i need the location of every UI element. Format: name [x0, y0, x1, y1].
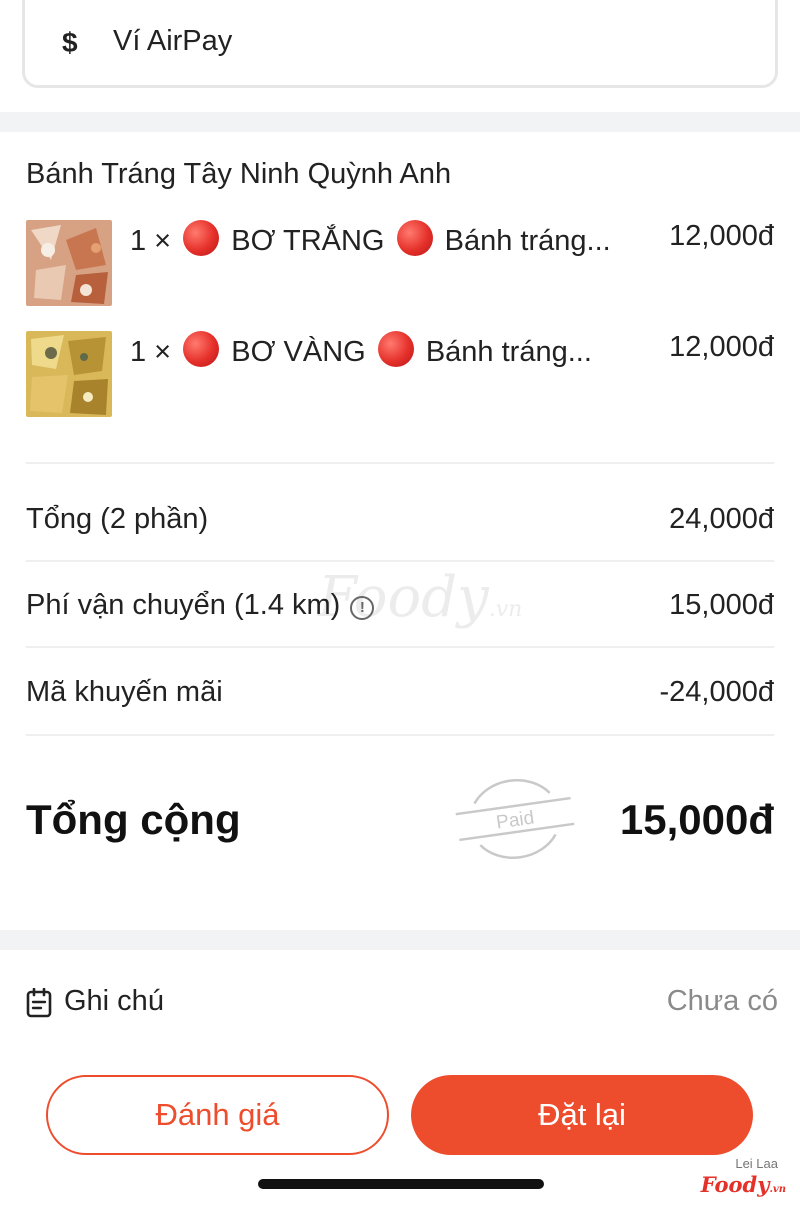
item-name: Bánh tráng... — [425, 336, 592, 368]
foody-logo: Foody.vn — [700, 1172, 786, 1197]
subtotal-label: Tổng (2 phần) — [26, 503, 209, 535]
promo-value: -24,000đ — [659, 676, 775, 708]
reorder-button[interactable]: Đặt lại — [411, 1075, 753, 1155]
dollar-icon: $ — [62, 27, 78, 58]
info-icon[interactable]: ! — [350, 596, 375, 620]
red-circle-icon — [183, 331, 220, 367]
item-quantity: 1 × — [130, 336, 172, 368]
divider-line — [26, 734, 774, 736]
payment-method-card[interactable]: $ Ví AirPay — [22, 0, 778, 88]
divider-line — [26, 560, 774, 562]
divider-line — [26, 462, 774, 464]
item-name: Bánh tráng... — [444, 225, 611, 257]
item-thumbnail — [26, 331, 112, 417]
note-value[interactable]: Chưa có — [667, 985, 778, 1018]
red-circle-icon — [183, 220, 220, 256]
red-circle-icon — [377, 331, 414, 367]
divider-line — [26, 646, 774, 648]
item-price: 12,000đ — [669, 331, 774, 363]
item-name-variant: BƠ TRẮNG — [231, 225, 385, 257]
item-price: 12,000đ — [669, 220, 774, 252]
payment-method-label: Ví AirPay — [113, 25, 233, 57]
rate-button[interactable]: Đánh giá — [46, 1075, 389, 1155]
subtotal-value: 24,000đ — [669, 503, 774, 535]
note-icon — [26, 988, 52, 1018]
item-description: 1 × BƠ VÀNG Bánh tráng... — [130, 331, 592, 369]
shipping-fee-label-group: Phí vận chuyển (1.4 km)! — [26, 589, 375, 622]
promo-label: Mã khuyến mãi — [26, 676, 223, 708]
order-item: 1 × BƠ TRẮNG Bánh tráng... 12,000đ — [26, 220, 776, 306]
shipping-fee-value: 15,000đ — [669, 589, 774, 621]
total-value: 15,000đ — [619, 796, 774, 843]
red-circle-icon — [396, 220, 433, 256]
home-indicator — [258, 1179, 544, 1189]
item-quantity: 1 × — [130, 225, 172, 257]
shipping-fee-label: Phí vận chuyển (1.4 km) — [26, 589, 341, 621]
section-divider — [0, 112, 800, 132]
note-label: Ghi chú — [64, 985, 164, 1017]
credit-user: Lei Laa — [735, 1156, 778, 1171]
paid-stamp: Paid — [455, 778, 575, 860]
restaurant-name: Bánh Tráng Tây Ninh Quỳnh Anh — [26, 158, 452, 190]
order-item: 1 × BƠ VÀNG Bánh tráng... 12,000đ — [26, 331, 776, 417]
item-description: 1 × BƠ TRẮNG Bánh tráng... — [130, 220, 611, 258]
item-thumbnail — [26, 220, 112, 306]
item-name-variant: BƠ VÀNG — [231, 336, 366, 368]
total-label: Tổng cộng — [26, 796, 241, 843]
section-divider — [0, 930, 800, 950]
